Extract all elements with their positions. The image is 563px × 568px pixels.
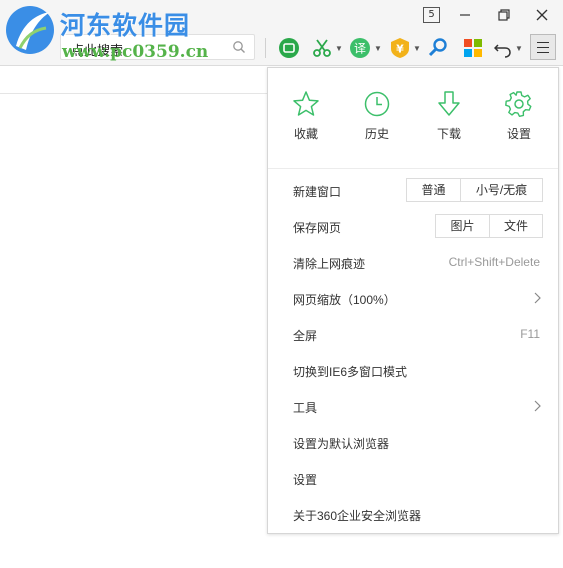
toolbar-divider <box>265 38 266 58</box>
coupon-icon[interactable]: ¥ <box>389 37 411 59</box>
clock-icon <box>364 91 390 117</box>
menu-item-label: 设置 <box>293 473 318 487</box>
new-window-normal-button[interactable]: 普通 <box>407 179 460 201</box>
menu-item-label: 工具 <box>293 401 318 415</box>
new-window-options: 普通 小号/无痕 <box>406 178 543 202</box>
menu-icon-bar <box>537 42 549 43</box>
quick-favorites-label: 收藏 <box>293 127 318 141</box>
new-window-private-button[interactable]: 小号/无痕 <box>460 179 542 201</box>
quick-favorites[interactable]: 收藏 <box>281 90 331 142</box>
translate-dropdown-caret[interactable]: ▼ <box>374 44 382 53</box>
screenshot-icon[interactable] <box>278 37 300 59</box>
apps-icon[interactable] <box>463 37 483 59</box>
quick-settings-label: 设置 <box>506 127 531 141</box>
menu-item-ie6-mode[interactable]: 切换到IE6多窗口模式 <box>268 352 558 388</box>
menu-item-label: 关于360企业安全浏览器 <box>293 509 422 523</box>
chevron-right-icon <box>534 292 541 304</box>
menu-item-label: 网页缩放（100%） <box>293 293 396 307</box>
close-button[interactable] <box>530 4 554 26</box>
menu-item-about[interactable]: 关于360企业安全浏览器 <box>268 496 558 532</box>
chevron-right-icon <box>534 400 541 412</box>
menu-item-save-page: 保存网页 图片 文件 <box>268 208 558 244</box>
watermark-title: 河东软件园 <box>60 11 191 40</box>
quick-actions: 收藏 历史 下载 设置 <box>268 68 558 169</box>
undo-dropdown-caret[interactable]: ▼ <box>515 44 523 53</box>
watermark-logo <box>6 6 54 54</box>
minimize-button[interactable] <box>453 4 477 26</box>
menu-icon-bar <box>537 52 549 53</box>
menu-item-shortcut: F11 <box>520 327 540 341</box>
svg-text:译: 译 <box>354 42 366 56</box>
scissors-icon[interactable] <box>312 37 332 59</box>
menu-item-set-default[interactable]: 设置为默认浏览器 <box>268 424 558 460</box>
magnifier-icon[interactable] <box>428 37 448 59</box>
menu-item-label: 全屏 <box>293 329 318 343</box>
download-icon <box>438 91 460 116</box>
save-page-options: 图片 文件 <box>435 214 543 238</box>
search-icon[interactable] <box>232 40 246 54</box>
watermark-url: www.pc0359.cn <box>62 42 209 62</box>
main-menu-panel: 收藏 历史 下载 设置 新建窗口 普通 小号/无痕 保存网页 图片 文件 清除上… <box>267 67 559 534</box>
close-icon <box>536 9 548 21</box>
star-icon <box>293 91 319 116</box>
menu-item-label: 清除上网痕迹 <box>293 257 366 271</box>
menu-item-settings[interactable]: 设置 <box>268 460 558 496</box>
restore-icon <box>498 9 510 21</box>
quick-settings[interactable]: 设置 <box>494 90 544 142</box>
undo-icon[interactable] <box>494 37 512 59</box>
menu-item-label: 新建窗口 <box>293 185 342 199</box>
quick-history-label: 历史 <box>364 127 389 141</box>
scissors-dropdown-caret[interactable]: ▼ <box>335 44 343 53</box>
menu-icon-bar <box>537 47 549 48</box>
menu-item-label: 切换到IE6多窗口模式 <box>293 365 408 379</box>
page-divider <box>0 93 268 94</box>
save-as-image-button[interactable]: 图片 <box>436 215 489 237</box>
gear-icon <box>505 91 532 117</box>
menu-item-label: 保存网页 <box>293 221 342 235</box>
quick-downloads-label: 下载 <box>436 127 461 141</box>
menu-item-label: 设置为默认浏览器 <box>293 437 390 451</box>
menu-item-zoom[interactable]: 网页缩放（100%） <box>268 280 558 316</box>
quick-downloads[interactable]: 下载 <box>424 90 474 142</box>
menu-item-new-window: 新建窗口 普通 小号/无痕 <box>268 172 558 208</box>
menu-item-tools[interactable]: 工具 <box>268 388 558 424</box>
tab-count-badge[interactable]: 5 <box>423 7 440 23</box>
menu-item-fullscreen[interactable]: 全屏 F11 <box>268 316 558 352</box>
menu-button[interactable] <box>530 34 556 60</box>
save-as-file-button[interactable]: 文件 <box>489 215 542 237</box>
svg-text:¥: ¥ <box>396 43 404 56</box>
quick-history[interactable]: 历史 <box>352 90 402 142</box>
restore-button[interactable] <box>492 4 516 26</box>
translate-icon[interactable]: 译 <box>349 37 371 59</box>
coupon-dropdown-caret[interactable]: ▼ <box>413 44 421 53</box>
menu-item-shortcut: Ctrl+Shift+Delete <box>448 255 540 269</box>
minimize-icon <box>460 14 470 16</box>
menu-item-clear-history[interactable]: 清除上网痕迹 Ctrl+Shift+Delete <box>268 244 558 280</box>
